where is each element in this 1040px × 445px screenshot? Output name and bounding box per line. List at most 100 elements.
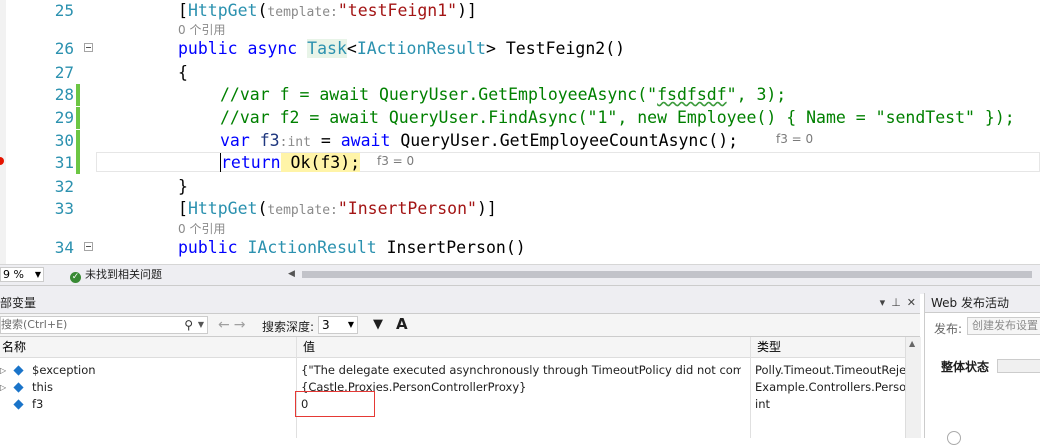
check-circle-icon: ✓ bbox=[70, 272, 81, 283]
variable-value[interactable]: {"The delegate executed asynchronously t… bbox=[301, 362, 741, 379]
column-header-value[interactable]: 值 bbox=[301, 337, 315, 357]
filter-icon[interactable]: ▼ bbox=[373, 317, 383, 332]
chevron-down-icon[interactable]: ▼ bbox=[198, 317, 204, 333]
line-number: 26 bbox=[54, 39, 74, 58]
search-depth-select[interactable]: 3 ▼ bbox=[318, 316, 358, 334]
search-icon[interactable]: ⚲ bbox=[184, 317, 193, 333]
web-publish-panel: Web 发布活动 发布: 创建发布设置 整体状态 bbox=[924, 293, 1040, 445]
status-icon bbox=[947, 431, 961, 445]
code-line-31: 31 return Ok(f3); f3 = 0 bbox=[0, 152, 1040, 174]
code-editor[interactable]: 25 [HttpGet(template:"testFeign1")] 0 个引… bbox=[0, 0, 1040, 264]
web-publish-title-bar[interactable]: Web 发布活动 bbox=[925, 293, 1040, 313]
table-row[interactable]: ▷ this {Castle.Proxies.PersonControllerP… bbox=[0, 379, 905, 396]
line-number: 28 bbox=[54, 85, 74, 104]
overall-status-label: 整体状态 bbox=[941, 360, 990, 374]
line-number: 27 bbox=[54, 63, 74, 82]
code-line-32: 32 } bbox=[0, 176, 1040, 198]
font-icon[interactable]: A bbox=[396, 315, 408, 333]
line-number: 31 bbox=[54, 153, 74, 172]
search-depth-label: 搜索深度: bbox=[262, 320, 315, 334]
horizontal-scrollbar[interactable]: ◀ bbox=[288, 269, 1040, 280]
locals-toolbar: 搜索(Ctrl+E) ⚲ ▼ ←→ 搜索深度: 3 ▼ ▼ A bbox=[0, 314, 920, 337]
parameter-hint: template: bbox=[267, 203, 338, 218]
expand-icon[interactable]: ▷ bbox=[0, 362, 6, 379]
code-text[interactable]: var f3:int = await QueryUser.GetEmployee… bbox=[220, 130, 738, 154]
variable-icon bbox=[13, 365, 24, 376]
code-text[interactable]: public async Task<IActionResult> TestFei… bbox=[178, 38, 625, 60]
panel-controls: ▾ ⊥ ✕ bbox=[874, 293, 916, 313]
variable-name: f3 bbox=[32, 397, 44, 411]
change-bar bbox=[76, 107, 80, 129]
search-input[interactable]: 搜索(Ctrl+E) ⚲ ▼ bbox=[0, 316, 208, 334]
variable-type: Example.Controllers.PersonController bbox=[755, 380, 905, 394]
type-hint: :int bbox=[279, 135, 311, 150]
variable-name: this bbox=[32, 380, 53, 394]
publish-profile-input[interactable]: 创建发布设置 bbox=[967, 317, 1040, 335]
reference-count[interactable]: 0 个引用 bbox=[178, 23, 225, 37]
collapse-toggle[interactable] bbox=[84, 43, 93, 52]
column-header-name[interactable]: 名称 bbox=[0, 337, 26, 357]
code-line-29: 29 //var f2 = await QueryUser.FindAsync(… bbox=[0, 107, 1040, 129]
code-text[interactable]: return Ok(f3); bbox=[220, 152, 361, 174]
collapse-toggle[interactable] bbox=[84, 242, 93, 251]
table-row[interactable]: f3 0 int bbox=[0, 396, 905, 413]
issues-text: 未找到相关问题 bbox=[85, 268, 162, 281]
variable-icon bbox=[13, 382, 24, 393]
change-bar bbox=[76, 130, 80, 152]
overall-status-bar bbox=[997, 359, 1040, 373]
variable-type: Polly.Timeout.TimeoutRejectedException bbox=[755, 363, 905, 377]
spell-squiggle: fsdfsdf bbox=[657, 85, 727, 104]
vertical-scrollbar[interactable]: ▲ bbox=[905, 337, 921, 438]
code-text[interactable]: } bbox=[178, 176, 188, 198]
close-icon[interactable]: ✕ bbox=[907, 296, 916, 309]
expand-icon[interactable]: ▷ bbox=[0, 379, 6, 396]
parameter-hint: template: bbox=[267, 5, 338, 20]
panel-title: 部变量 bbox=[0, 296, 37, 310]
publish-label: 发布: bbox=[934, 322, 963, 336]
code-text[interactable]: [HttpGet(template:"testFeign1")] bbox=[178, 0, 477, 24]
issues-indicator[interactable]: ✓ 未找到相关问题 bbox=[70, 268, 162, 283]
search-navigation: ←→ bbox=[218, 316, 249, 334]
line-number: 25 bbox=[54, 1, 74, 20]
pin-icon[interactable]: ⊥ bbox=[891, 296, 901, 309]
code-text[interactable]: { bbox=[178, 62, 188, 84]
zoom-selector[interactable]: 9 % ▼ bbox=[0, 267, 44, 282]
code-text[interactable]: //var f = await QueryUser.GetEmployeeAsy… bbox=[220, 84, 786, 106]
line-number: 32 bbox=[54, 177, 74, 196]
locals-panel: 部变量 ▾ ⊥ ✕ 搜索(Ctrl+E) ⚲ ▼ ←→ 搜索深度: 3 ▼ ▼ A … bbox=[0, 293, 920, 438]
change-bar bbox=[76, 152, 80, 174]
table-row[interactable]: ▷ $exception {"The delegate executed asy… bbox=[0, 362, 905, 379]
annotation-highlight-box bbox=[295, 391, 375, 417]
search-placeholder: 搜索(Ctrl+E) bbox=[1, 318, 68, 331]
code-line-25: 25 [HttpGet(template:"testFeign1")] bbox=[0, 0, 1040, 22]
code-text[interactable]: public IActionResult InsertPerson() bbox=[178, 237, 526, 259]
line-number: 34 bbox=[54, 238, 74, 257]
scroll-up-icon[interactable]: ▲ bbox=[909, 339, 915, 348]
code-text[interactable]: [HttpGet(template:"InsertPerson")] bbox=[178, 198, 497, 222]
chevron-down-icon: ▼ bbox=[347, 320, 354, 329]
inline-value-tip[interactable]: f3 = 0 bbox=[377, 154, 414, 168]
search-depth-value: 3 bbox=[322, 318, 330, 332]
code-line-26: 26 public async Task<IActionResult> Test… bbox=[0, 38, 1040, 60]
code-line-30: 30 var f3:int = await QueryUser.GetEmplo… bbox=[0, 130, 1040, 152]
chevron-down-icon: ▼ bbox=[34, 270, 41, 279]
window-options-icon[interactable]: ▾ bbox=[880, 296, 886, 309]
code-line-28: 28 //var f = await QueryUser.GetEmployee… bbox=[0, 84, 1040, 106]
code-text[interactable]: //var f2 = await QueryUser.FindAsync("1"… bbox=[220, 107, 1015, 129]
line-number: 29 bbox=[54, 108, 74, 127]
inline-value-tip[interactable]: f3 = 0 bbox=[776, 132, 813, 146]
locals-title-bar[interactable]: 部变量 ▾ ⊥ ✕ bbox=[0, 293, 920, 314]
line-number: 33 bbox=[54, 199, 74, 218]
code-line-33: 33 [HttpGet(template:"InsertPerson")] bbox=[0, 198, 1040, 220]
line-number: 30 bbox=[54, 131, 74, 150]
scrollbar-thumb[interactable] bbox=[302, 271, 1032, 278]
column-header-type[interactable]: 类型 bbox=[755, 337, 781, 357]
locals-grid-header: 名称 值 类型 bbox=[0, 337, 920, 358]
scroll-left-icon[interactable]: ◀ bbox=[288, 269, 295, 279]
arrow-left-icon[interactable]: ← bbox=[218, 317, 234, 333]
variable-type: int bbox=[755, 397, 770, 411]
reference-count[interactable]: 0 个引用 bbox=[178, 222, 225, 236]
variable-icon bbox=[13, 399, 24, 410]
arrow-right-icon[interactable]: → bbox=[234, 317, 250, 333]
change-bar bbox=[76, 84, 80, 106]
